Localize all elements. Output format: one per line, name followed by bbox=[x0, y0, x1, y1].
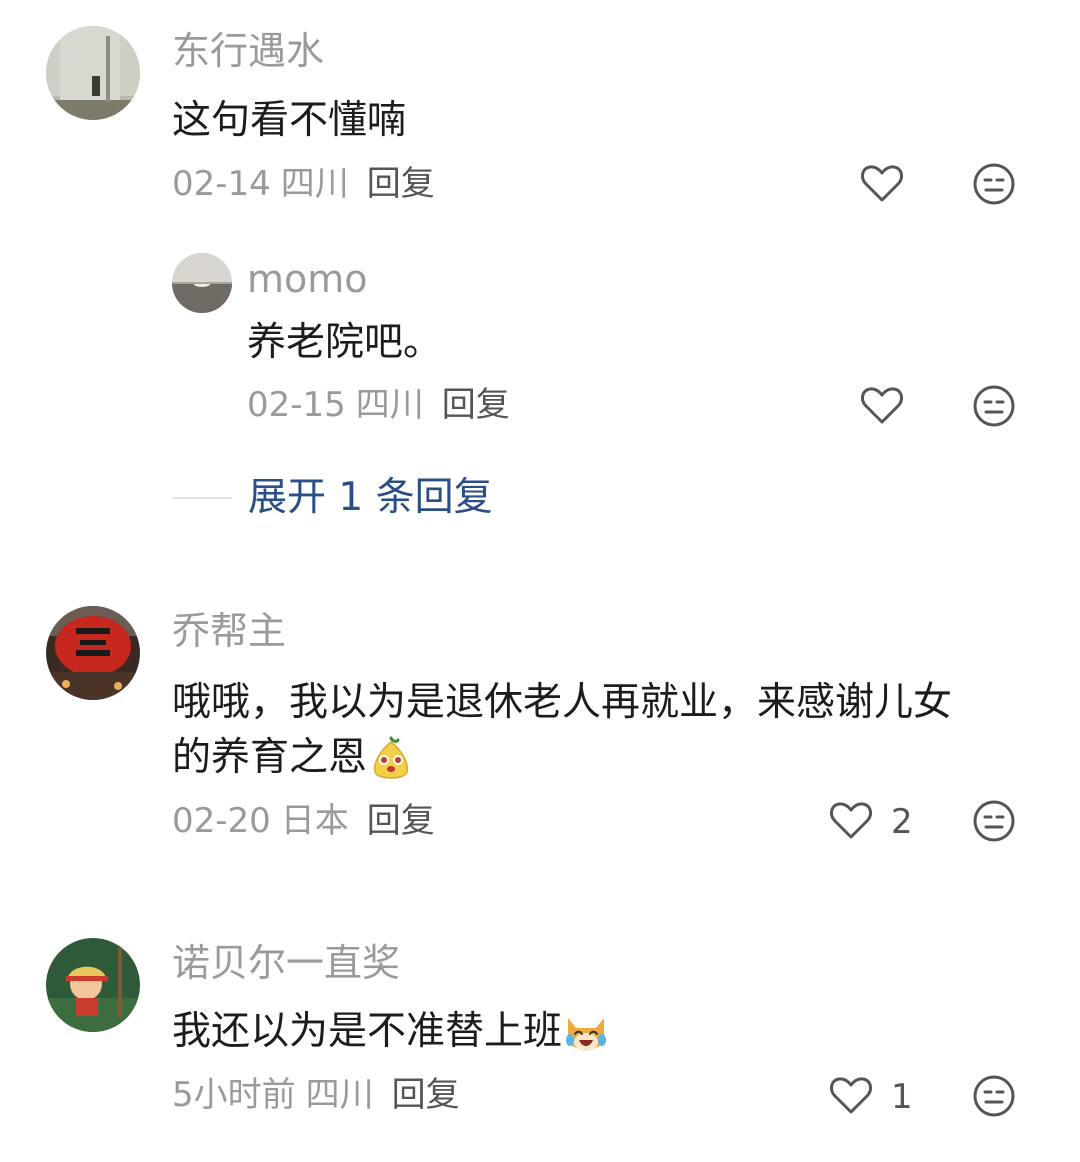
comment-username[interactable]: 乔帮主 bbox=[172, 612, 286, 650]
comment-date: 02-14 bbox=[172, 164, 271, 204]
like-button[interactable]: 1 bbox=[829, 1075, 913, 1119]
heart-icon bbox=[860, 163, 904, 207]
like-button[interactable]: 2 bbox=[829, 800, 913, 844]
avatar[interactable] bbox=[46, 938, 140, 1032]
comment-meta: 5小时前 四川 回复 bbox=[172, 1078, 460, 1112]
reply-date: 02-15 bbox=[247, 385, 346, 425]
dislike-button[interactable] bbox=[973, 1075, 1015, 1117]
comment-text-row: 我还以为是不准替上班 bbox=[172, 1001, 610, 1063]
laughing-cat-emoji bbox=[562, 1010, 610, 1058]
comment-username[interactable]: 东行遇水 bbox=[172, 32, 324, 70]
reply-meta: 02-15 四川 回复 bbox=[247, 388, 510, 422]
reply-text: 养老院吧。 bbox=[247, 320, 443, 365]
comment-location: 日本 bbox=[280, 801, 349, 841]
comment-meta: 02-14 四川 回复 bbox=[172, 167, 435, 201]
heart-icon bbox=[829, 1075, 873, 1119]
dislike-button[interactable] bbox=[973, 385, 1015, 427]
divider bbox=[172, 496, 232, 499]
like-button[interactable] bbox=[860, 385, 904, 429]
reply-button[interactable]: 回复 bbox=[367, 801, 435, 841]
comment-date: 02-20 bbox=[172, 801, 271, 841]
heart-icon bbox=[829, 800, 873, 844]
reply-button[interactable]: 回复 bbox=[442, 385, 510, 425]
expand-replies[interactable]: 展开 1 条回复 bbox=[172, 478, 493, 517]
comment-location: 四川 bbox=[305, 1075, 374, 1115]
reply-username[interactable]: momo bbox=[247, 260, 368, 298]
reply-button[interactable]: 回复 bbox=[367, 164, 435, 204]
comment-text: 哦哦，我以为是退休老人再就业，来感谢儿女 bbox=[172, 680, 953, 725]
dislike-button[interactable] bbox=[973, 800, 1015, 842]
meh-face-icon bbox=[973, 163, 1015, 209]
comment-item: 东行遇水 这句看不懂喃 02-14 四川 回复 momo 养老院吧。 02-15… bbox=[0, 0, 1080, 540]
cute-pear-emoji bbox=[367, 736, 415, 784]
expand-replies-label[interactable]: 展开 1 条回复 bbox=[248, 478, 493, 517]
comment-meta: 02-20 日本 回复 bbox=[172, 804, 435, 838]
like-button[interactable] bbox=[860, 163, 904, 207]
comment-list: 东行遇水 这句看不懂喃 02-14 四川 回复 momo 养老院吧。 02-15… bbox=[0, 0, 1080, 1162]
avatar[interactable] bbox=[46, 26, 140, 120]
comment-username[interactable]: 诺贝尔一直奖 bbox=[172, 944, 400, 982]
meh-face-icon bbox=[973, 800, 1015, 846]
heart-icon bbox=[860, 385, 904, 429]
comment-text-continued: 的养育之恩 bbox=[172, 727, 415, 789]
like-count: 2 bbox=[891, 802, 913, 842]
comment-text-line2: 的养育之恩 bbox=[172, 735, 368, 780]
comment-date: 5小时前 bbox=[172, 1075, 296, 1115]
comment-text: 这句看不懂喃 bbox=[172, 98, 407, 143]
meh-face-icon bbox=[973, 385, 1015, 431]
avatar[interactable] bbox=[172, 253, 232, 313]
reply-button[interactable]: 回复 bbox=[392, 1075, 460, 1115]
avatar[interactable] bbox=[46, 606, 140, 700]
meh-face-icon bbox=[973, 1075, 1015, 1121]
comment-text: 我还以为是不准替上班 bbox=[172, 1009, 563, 1054]
comment-location: 四川 bbox=[280, 164, 349, 204]
reply-location: 四川 bbox=[355, 385, 424, 425]
like-count: 1 bbox=[891, 1077, 913, 1117]
dislike-button[interactable] bbox=[973, 163, 1015, 205]
